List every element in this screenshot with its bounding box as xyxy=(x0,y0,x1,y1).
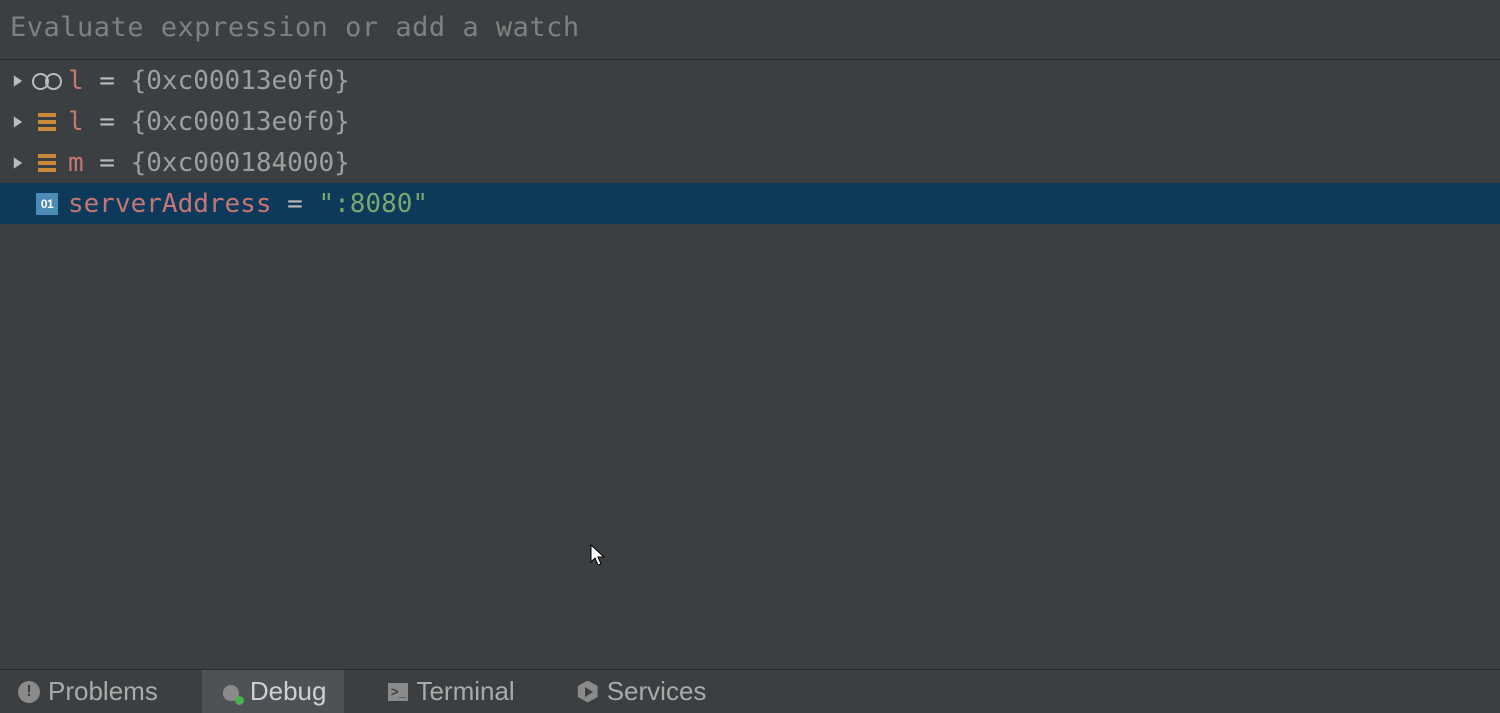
services-icon xyxy=(577,681,599,703)
variable-value: {0xc00013e0f0} xyxy=(131,66,350,96)
chevron-right-icon[interactable] xyxy=(6,74,30,88)
equals-sign: = xyxy=(272,189,319,219)
variable-value: {0xc000184000} xyxy=(131,148,350,178)
variable-row[interactable]: l = {0xc00013e0f0} xyxy=(0,60,1500,101)
tab-label: Services xyxy=(607,676,707,707)
variable-row[interactable]: 01 serverAddress = ":8080" xyxy=(0,183,1500,224)
evaluate-expression-input[interactable]: Evaluate expression or add a watch xyxy=(0,0,1500,60)
struct-icon xyxy=(30,113,64,131)
equals-sign: = xyxy=(84,107,131,137)
variable-value: {0xc00013e0f0} xyxy=(131,107,350,137)
struct-icon xyxy=(30,154,64,172)
tab-terminal[interactable]: >_ Terminal xyxy=(370,670,532,713)
terminal-icon: >_ xyxy=(388,683,408,701)
variable-name: m xyxy=(68,148,84,178)
variable-name: l xyxy=(68,66,84,96)
chevron-right-icon[interactable] xyxy=(6,115,30,129)
watch-icon xyxy=(30,73,64,89)
variable-row[interactable]: m = {0xc000184000} xyxy=(0,142,1500,183)
warning-icon: ! xyxy=(18,681,40,703)
variable-row[interactable]: l = {0xc00013e0f0} xyxy=(0,101,1500,142)
chevron-right-icon[interactable] xyxy=(6,156,30,170)
variable-name: serverAddress xyxy=(68,189,272,219)
variable-name: l xyxy=(68,107,84,137)
equals-sign: = xyxy=(84,66,131,96)
variables-panel: l = {0xc00013e0f0} l = {0xc00013e0f0} m … xyxy=(0,60,1500,669)
tab-label: Problems xyxy=(48,676,158,707)
tab-label: Debug xyxy=(250,676,327,707)
variable-value: ":8080" xyxy=(318,189,428,219)
tool-window-bar: ! Problems Debug >_ Terminal Services xyxy=(0,669,1500,713)
binary-icon: 01 xyxy=(30,193,64,215)
tab-services[interactable]: Services xyxy=(559,670,725,713)
tab-label: Terminal xyxy=(416,676,514,707)
equals-sign: = xyxy=(84,148,131,178)
tab-problems[interactable]: ! Problems xyxy=(0,670,176,713)
bug-icon xyxy=(220,681,242,703)
tab-debug[interactable]: Debug xyxy=(202,670,345,713)
